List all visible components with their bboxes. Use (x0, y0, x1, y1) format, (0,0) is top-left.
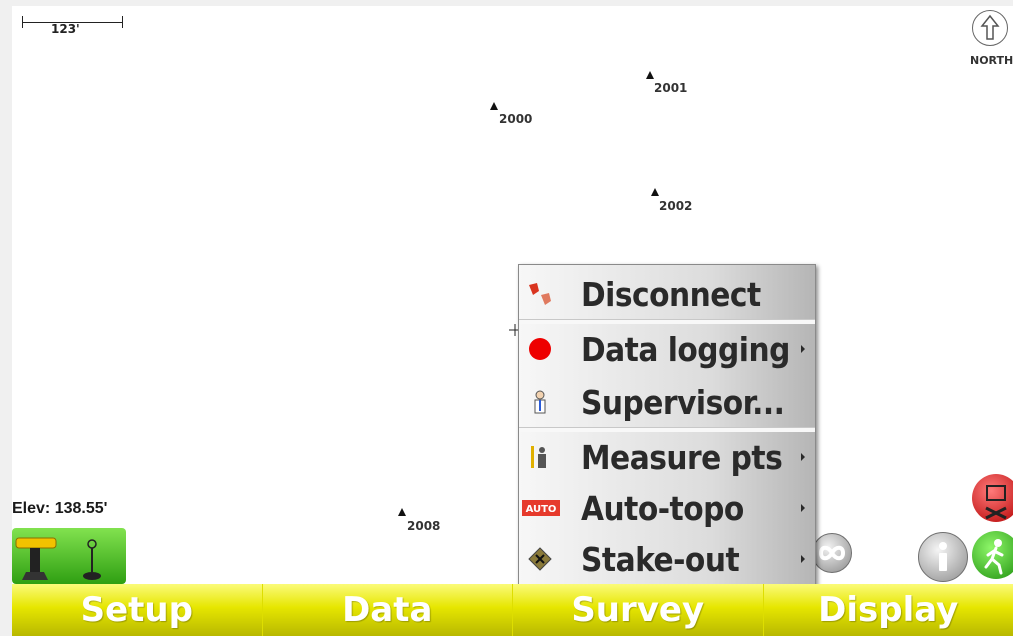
walking-person-icon (984, 539, 1004, 575)
north-label: NORTH (970, 54, 1013, 67)
menu-item-disconnect[interactable]: Disconnect (519, 269, 815, 319)
auto-icon: AUTO (522, 495, 560, 521)
walk-mode-button[interactable] (972, 531, 1013, 579)
point-marker-icon[interactable] (398, 508, 406, 516)
point-label-2001: 2001 (654, 81, 688, 95)
disconnect-icon (527, 281, 553, 307)
menu-item-data-logging[interactable]: Data logging (519, 324, 815, 374)
stop-icon (985, 485, 1007, 520)
gps-status-button[interactable] (12, 528, 126, 584)
point-label-2002: 2002 (659, 199, 693, 213)
continuous-mode-button[interactable] (812, 533, 852, 573)
point-marker-icon[interactable] (646, 71, 654, 79)
menu-item-measure-pts[interactable]: Measure pts (519, 432, 815, 482)
submenu-arrow-icon (801, 504, 805, 512)
red-dot-icon (527, 336, 553, 362)
tab-setup[interactable]: Setup (12, 584, 263, 636)
scale-label: 123' (51, 22, 80, 36)
menu-item-auto-topo[interactable]: AUTO Auto-topo (519, 483, 815, 533)
map-canvas[interactable]: 123' 2000 2001 2002 2008 NORTH (12, 6, 1013, 584)
point-label-2000: 2000 (499, 112, 533, 126)
point-label-2008: 2008 (407, 519, 441, 533)
stakeout-icon (527, 546, 553, 572)
submenu-arrow-icon (801, 345, 805, 353)
infinity-icon (818, 545, 846, 561)
supervisor-icon (527, 389, 553, 415)
menu-item-supervisor[interactable]: Supervisor... (519, 377, 815, 427)
stop-survey-button[interactable] (972, 474, 1013, 522)
tab-display[interactable]: Display (763, 584, 1013, 636)
bottom-tab-bar: Setup Data Survey Display (12, 584, 1013, 636)
info-button[interactable] (918, 532, 968, 582)
tab-survey[interactable]: Survey (513, 584, 764, 636)
point-marker-icon[interactable] (490, 102, 498, 110)
info-icon (939, 542, 947, 571)
tab-data[interactable]: Data (262, 584, 513, 636)
elevation-readout: Elev: 138.55' (12, 500, 108, 517)
rodman-icon (527, 444, 553, 470)
submenu-arrow-icon (801, 453, 805, 461)
svg-text:AUTO: AUTO (526, 504, 557, 515)
gps-receiver-icon (15, 537, 101, 580)
point-marker-icon[interactable] (651, 188, 659, 196)
menu-item-stake-out[interactable]: Stake-out (519, 534, 815, 584)
context-menu: Disconnect Data logging Supervisor... Me… (518, 264, 816, 586)
submenu-arrow-icon (801, 555, 805, 563)
north-arrow-icon[interactable] (972, 10, 1008, 46)
